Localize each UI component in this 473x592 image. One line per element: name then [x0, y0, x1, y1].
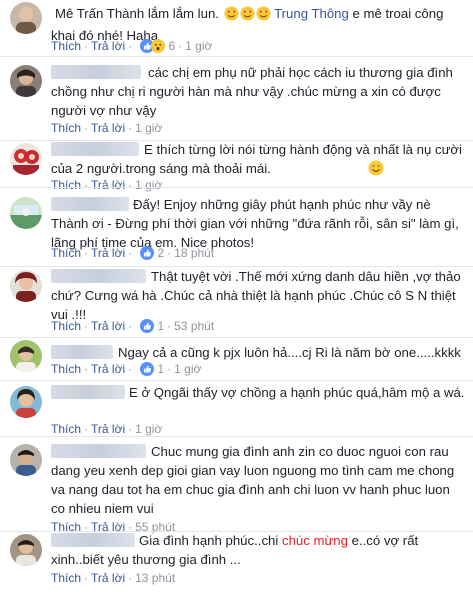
avatar[interactable]: [10, 444, 42, 476]
reaction-count: 1: [157, 362, 165, 376]
like-button[interactable]: Thích: [51, 178, 81, 192]
heart-eyes-emoji-icon: [240, 6, 255, 26]
comment-actions: Thích · Trả lời · 1 · 53 phút: [51, 319, 214, 336]
commenter-name[interactable]: [51, 385, 125, 399]
like-button[interactable]: Thích: [51, 319, 81, 333]
like-button[interactable]: Thích: [51, 39, 81, 53]
reaction-count: 2: [157, 246, 165, 260]
commenter-name[interactable]: [51, 269, 146, 283]
like-reaction-icon[interactable]: [140, 319, 155, 336]
like-button[interactable]: Thích: [51, 362, 81, 376]
smile-emoji-icon: [275, 160, 384, 181]
divider: [0, 337, 473, 338]
comment-text: E ở Qngãi thấy vợ chồng a hạnh phúc quá,…: [51, 383, 466, 402]
divider: [0, 436, 473, 437]
comment-text: các chị em phụ nữ phải học cách iu thươn…: [51, 65, 453, 118]
like-reaction-icon[interactable]: [140, 246, 155, 263]
wow-reaction-icon[interactable]: [151, 39, 166, 56]
reply-button[interactable]: Trả lời: [91, 571, 125, 585]
avatar[interactable]: [10, 386, 42, 418]
commenter-name[interactable]: [51, 65, 141, 79]
avatar[interactable]: [10, 2, 42, 34]
comment-time[interactable]: 13 phút: [135, 571, 175, 585]
reaction-count: 6: [168, 39, 176, 53]
commenter-name[interactable]: [51, 345, 113, 359]
avatar[interactable]: [10, 270, 42, 302]
avatar[interactable]: [10, 197, 42, 229]
like-button[interactable]: Thích: [51, 571, 81, 585]
comment-text: E thích từng lời nói từng hành động và n…: [51, 140, 466, 181]
comment-actions: Thích · Trả lời · 1 giờ: [51, 178, 163, 192]
avatar[interactable]: [10, 143, 42, 175]
reply-button[interactable]: Trả lời: [91, 319, 125, 333]
comment-text: Thật tuyệt vời .Thế mới xứng danh dâu hi…: [51, 269, 461, 322]
comment-time[interactable]: 1 giờ: [185, 39, 212, 53]
comment-time[interactable]: 1 giờ: [135, 121, 162, 135]
comment-actions: Thích · Trả lời · 13 phút: [51, 571, 176, 585]
highlighted-text: chúc mừng: [281, 533, 348, 548]
divider: [0, 380, 473, 381]
heart-eyes-emoji-icon: [224, 6, 239, 26]
comment-time[interactable]: 1 giờ: [174, 362, 201, 376]
avatar[interactable]: [10, 65, 42, 97]
comment-time[interactable]: 1 giờ: [135, 422, 162, 436]
like-button[interactable]: Thích: [51, 422, 81, 436]
heart-eyes-emoji-icon: [256, 6, 271, 26]
like-reaction-icon[interactable]: [140, 362, 155, 379]
commenter-name[interactable]: [51, 142, 139, 156]
reply-button[interactable]: Trả lời: [91, 422, 125, 436]
reply-button[interactable]: Trả lời: [91, 121, 125, 135]
tagged-user-link[interactable]: Trung Thông: [274, 6, 349, 21]
commenter-name[interactable]: [51, 533, 135, 547]
reply-button[interactable]: Trả lời: [91, 362, 125, 376]
comment-actions: Thích · Trả lời · 1 · 1 giờ: [51, 362, 201, 379]
comment-text: Gia đình hạnh phúc..chi chúc mừng e..có …: [51, 533, 419, 567]
comment-time[interactable]: 53 phút: [174, 319, 214, 333]
reaction-count: 1: [157, 319, 165, 333]
commenter-name[interactable]: [51, 444, 146, 458]
commenter-name[interactable]: [51, 197, 129, 211]
reply-button[interactable]: Trả lời: [91, 178, 125, 192]
comment-text: Đấy! Enjoy những giây phút hạnh phúc như…: [51, 197, 459, 250]
reply-button[interactable]: Trả lời: [91, 39, 125, 53]
comment-actions: Thích · Trả lời · 1 giờ: [51, 121, 163, 135]
avatar[interactable]: [10, 534, 42, 566]
comment-actions: Thích · Trả lời · 6 · 1 giờ: [51, 39, 212, 56]
comment-time[interactable]: 1 giờ: [135, 178, 162, 192]
divider: [0, 187, 473, 188]
avatar[interactable]: [10, 340, 42, 372]
reply-button[interactable]: Trả lời: [91, 246, 125, 260]
like-button[interactable]: Thích: [51, 246, 81, 260]
like-button[interactable]: Thích: [51, 121, 81, 135]
comment-time[interactable]: 18 phút: [174, 246, 214, 260]
comment-text: Chuc mung gia đình anh zin co duoc nguoi…: [51, 444, 455, 516]
comment-actions: Thích · Trả lời · 1 giờ: [51, 422, 163, 436]
comment-text: Ngay cả a cũng k pjx luôn hả....cj Ri là…: [51, 343, 466, 362]
comment-actions: Thích · Trả lời · 2 · 18 phút: [51, 246, 214, 263]
divider: [0, 56, 473, 57]
